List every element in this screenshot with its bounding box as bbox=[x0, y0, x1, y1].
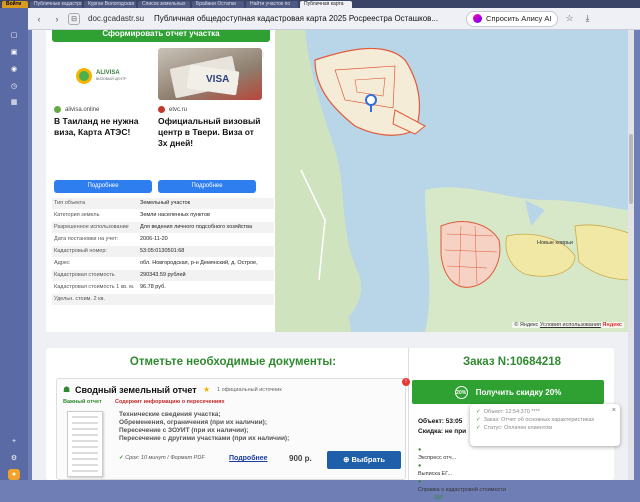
ad-more-button[interactable]: Подробнее bbox=[158, 180, 256, 193]
table-row: Тип объекта Земельный участок bbox=[52, 198, 274, 210]
ask-alice-button[interactable]: Спросить Алису AI bbox=[466, 10, 559, 27]
list-item: ● Экспресс отч... bbox=[418, 447, 457, 461]
page-title: Публичная общедоступная кадастровая карт… bbox=[154, 14, 439, 23]
tab-4[interactable]: Брайани Остатки bbox=[192, 0, 244, 8]
alivisa-logo: ALIVISA bbox=[96, 70, 120, 76]
alert-badge: ! bbox=[402, 378, 410, 386]
url-domain[interactable]: doc.gcadastr.su bbox=[88, 14, 144, 23]
ad-image-visa: VISA bbox=[158, 48, 262, 100]
ad-source: etvc.ru bbox=[169, 106, 188, 113]
report-thumbnail bbox=[67, 411, 103, 477]
list-item: ● Справка о кадастровой стоимости 550 bbox=[418, 479, 506, 501]
get-discount-button[interactable]: 20% Получить скидку 20% bbox=[412, 380, 604, 404]
browser-sidebar: ▢ ▣ ◉ ◷ ▦ + ⚙ ● bbox=[0, 8, 28, 480]
object-info-panel: Сформировать отчет участка AD ⋮ ALIVISA … bbox=[46, 30, 302, 332]
popup-line: ✓ Статус: Оплачен клиентом bbox=[476, 425, 553, 431]
alice-icon bbox=[473, 14, 483, 23]
report-title: Сводный земельный отчет bbox=[75, 385, 197, 395]
report-source: 1 официальный источник bbox=[217, 387, 282, 393]
download-icon[interactable]: ⤓ bbox=[580, 12, 594, 26]
history-icon[interactable]: ◷ bbox=[8, 80, 20, 91]
apps-icon[interactable]: ▦ bbox=[8, 97, 20, 108]
report-price: 900 р. bbox=[289, 454, 312, 463]
close-icon[interactable]: × bbox=[612, 407, 616, 415]
tab-2[interactable]: Курган Вологодская bbox=[84, 0, 136, 8]
popup-line: ✓ Объект: 12:54:370 **** bbox=[476, 409, 540, 415]
table-row: Дата постановки на учет: 2006-11-20 bbox=[52, 233, 274, 246]
table-row: Кадастровая стоимость 290343.59 рублей bbox=[52, 269, 274, 282]
ad-image-alivisa: ALIVISA ВИЗОВЫЙ ЦЕНТР bbox=[54, 48, 158, 100]
order-heading: Заказ N:10684218 bbox=[462, 356, 562, 368]
browser-tab-strip: Войти Публичные кадастровые Курган Волог… bbox=[0, 0, 640, 8]
alice-sidebar-icon[interactable]: ● bbox=[8, 469, 20, 480]
docs-heading: Отметьте необходимые документы: bbox=[129, 356, 337, 368]
table-row: Кадастровая стоимость 1 кв. м. 96.78 руб. bbox=[52, 281, 274, 294]
order-status-popup[interactable]: × ✓ Объект: 12:54:370 **** ✓ Заказ: Отчет … bbox=[470, 404, 620, 446]
back-icon[interactable]: ‹ bbox=[32, 12, 46, 26]
report-features: Технические сведения участка; Обременени… bbox=[119, 411, 290, 442]
report-icon: ☗ bbox=[63, 385, 71, 394]
tab-5[interactable]: Найти участок по bbox=[246, 0, 298, 8]
popup-line: ✓ Заказ: Отчет об основных характеристика… bbox=[476, 417, 595, 423]
star-icon: ★ bbox=[203, 385, 211, 394]
tab-sign-in[interactable]: Войти bbox=[2, 0, 28, 8]
ad-title: В Таиланд не нужна виза, Карта АТЭС! bbox=[54, 116, 139, 137]
table-row: Разрешенное использование Для ведения лич… bbox=[52, 221, 274, 234]
page-scrollbar[interactable] bbox=[628, 30, 634, 480]
alivisa-logo-sub: ВИЗОВЫЙ ЦЕНТР bbox=[96, 77, 127, 81]
generate-report-button[interactable]: Сформировать отчет участка bbox=[52, 30, 270, 42]
order-object: Объект: 53:05 bbox=[418, 418, 463, 425]
tab-3[interactable]: Список земельных bbox=[138, 0, 190, 8]
forward-icon[interactable]: › bbox=[50, 12, 64, 26]
map-canvas bbox=[275, 30, 632, 332]
add-icon[interactable]: + bbox=[8, 436, 20, 447]
important-label: Важный отчет bbox=[63, 399, 102, 405]
tab-active[interactable]: Публичная карта bbox=[300, 0, 352, 8]
visa-text: VISA bbox=[206, 74, 230, 85]
cadastral-map[interactable]: Новые коврьи © Яндекс Условия использова… bbox=[275, 30, 632, 332]
play-icon[interactable]: ◉ bbox=[8, 64, 20, 75]
discount-icon: 20% bbox=[454, 385, 468, 399]
ad-card-alivisa[interactable]: ALIVISA ВИЗОВЫЙ ЦЕНТР alivisa.online В Т… bbox=[54, 48, 158, 194]
panel-icon[interactable]: ▣ bbox=[8, 47, 20, 58]
map-pin-icon[interactable] bbox=[365, 94, 377, 106]
map-credit: © Яндекс Условия использования Яндекс bbox=[512, 322, 624, 328]
map-label: Новые коврьи bbox=[537, 240, 573, 246]
table-row: Кадастровый номер: 53:05:0130501:68 bbox=[52, 245, 274, 258]
report-more-link[interactable]: Подробнее bbox=[229, 455, 268, 462]
address-bar: ‹ › ⊟ doc.gcadastr.su Публичная общедост… bbox=[28, 8, 640, 30]
table-row: Категория земель Земли населенных пунктов bbox=[52, 209, 274, 222]
ad-more-button[interactable]: Подробнее bbox=[54, 180, 152, 193]
ad-card-etvc[interactable]: VISA etvc.ru Официальный визовый центр в… bbox=[158, 48, 262, 194]
table-row: Адрес обл. Новгородская, р-н Демянский, д… bbox=[52, 257, 274, 270]
order-items: ● Экспресс отч... ● Выписка ЕГ... ● Справка… bbox=[418, 446, 506, 502]
order-discount: Скидка: не при bbox=[418, 428, 467, 435]
object-info-table: Тип объекта Земельный участок Категория з… bbox=[52, 198, 274, 306]
report-meta: ✓ Срок: 10 минут / Формат PDF bbox=[119, 455, 205, 461]
section-divider bbox=[408, 348, 409, 480]
ad-title: Официальный визовый центр в Твери. Виза … bbox=[158, 116, 261, 148]
bookmark-icon[interactable]: ▢ bbox=[8, 30, 20, 41]
report-card[interactable]: ☗ Сводный земельный отчет ★ 1 официальны… bbox=[56, 378, 406, 480]
bookmark-star-icon[interactable]: ☆ bbox=[562, 12, 576, 26]
contains-label: Содержит информацию о пересечениях bbox=[115, 399, 225, 405]
ad-source: alivisa.online bbox=[65, 106, 100, 113]
tab-1[interactable]: Публичные кадастровые bbox=[30, 0, 82, 8]
select-button[interactable]: ⊕ Выбрать bbox=[327, 451, 401, 469]
terms-link[interactable]: Условия использования bbox=[540, 322, 601, 328]
table-row: Удельн. стоим. 2 кв. bbox=[52, 293, 274, 306]
cadastral-number[interactable]: 53:05:0130501:68 bbox=[140, 248, 184, 254]
list-item: ● Выписка ЕГ... bbox=[418, 463, 453, 477]
settings-icon[interactable]: ⚙ bbox=[8, 453, 20, 464]
bookmark-toggle-icon[interactable]: ⊟ bbox=[68, 12, 80, 25]
